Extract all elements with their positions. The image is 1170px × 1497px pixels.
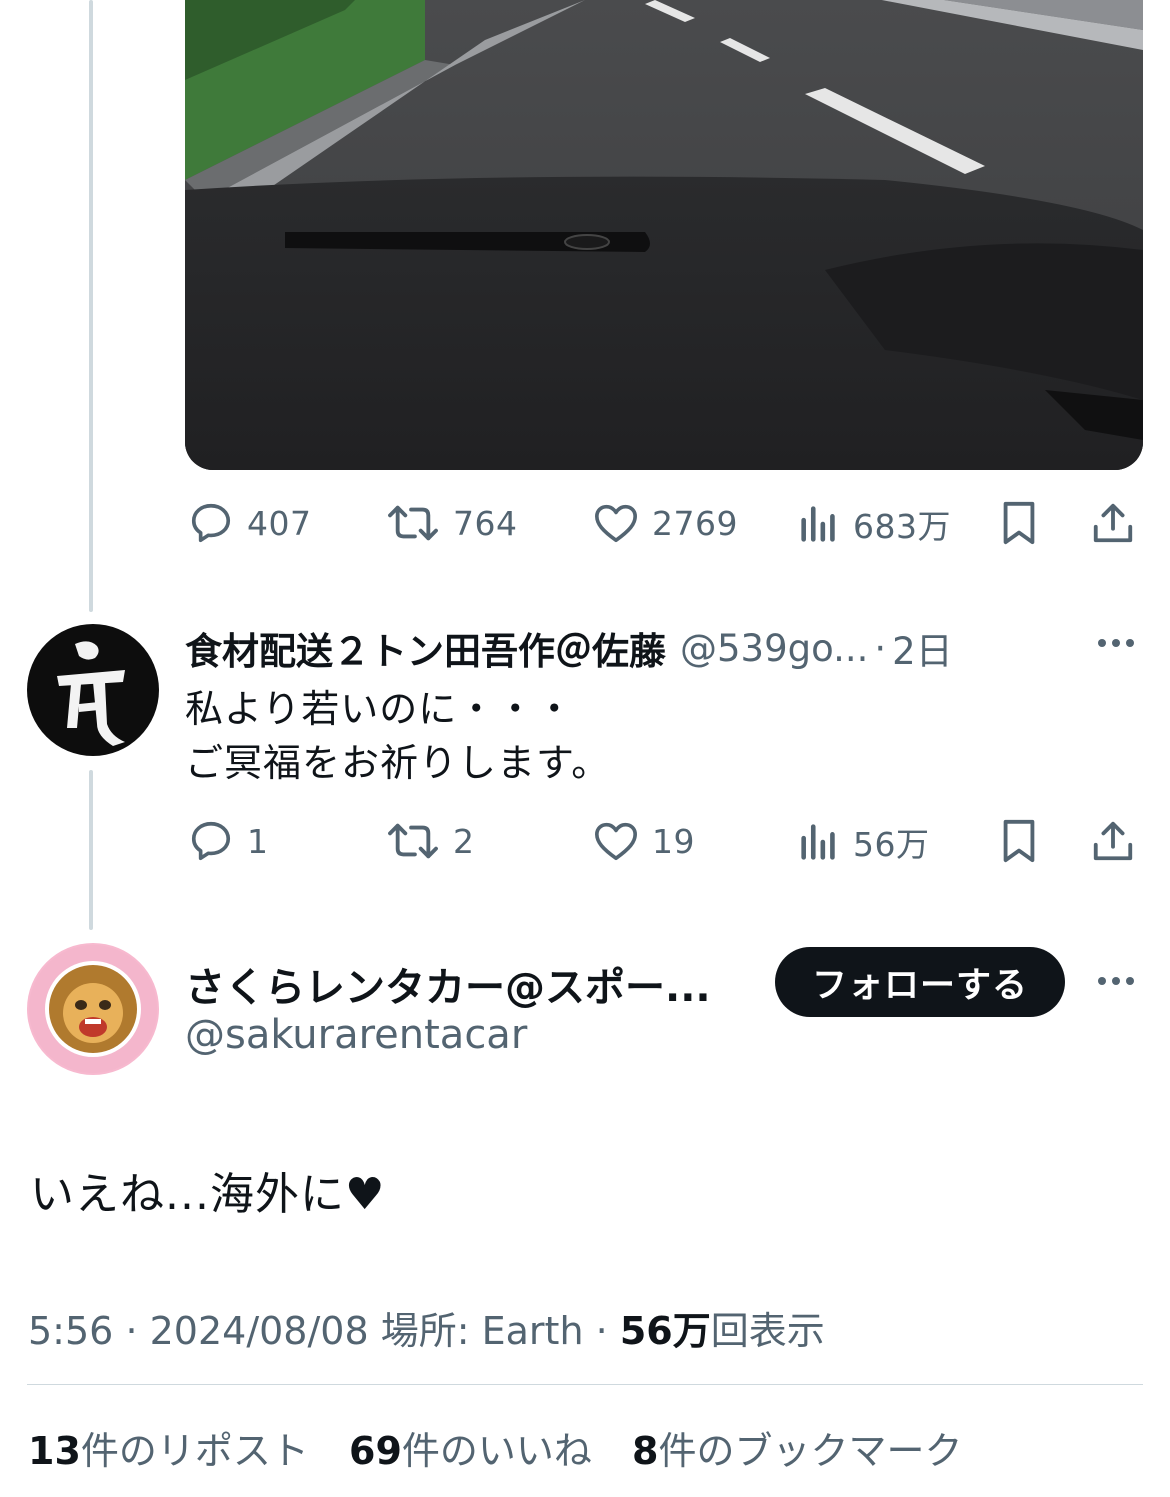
bookmark-icon: [1003, 501, 1035, 545]
reply-action[interactable]: 407: [187, 500, 312, 546]
tweet-views-label: 回表示: [710, 1309, 825, 1353]
like-action[interactable]: 2769: [592, 500, 738, 546]
repost-icon: [388, 823, 438, 859]
reply-views-action[interactable]: 56万: [797, 818, 930, 866]
views-icon: [801, 824, 835, 860]
likes-stat-count: 69: [349, 1429, 402, 1473]
follow-button[interactable]: フォローする: [775, 947, 1065, 1017]
meta-separator-2: ·: [595, 1309, 608, 1353]
reply-line-1: 私より若いのに・・・: [185, 687, 575, 731]
tweet-views-count: 56万: [619, 1309, 711, 1353]
like-icon: [595, 822, 637, 861]
bookmarks-stat-label: 件のブックマーク: [658, 1429, 963, 1473]
repost-action[interactable]: 764: [385, 500, 518, 546]
reply-count: 407: [247, 503, 312, 543]
reply-views-count: 56万: [853, 825, 930, 864]
bookmark-action[interactable]: [997, 500, 1041, 546]
reply-more-button[interactable]: [1094, 628, 1138, 662]
main-avatar[interactable]: [27, 943, 159, 1075]
media-photo: [185, 0, 1143, 470]
engagement-stats: 13件のリポスト 69件のいいね 8件のブックマーク: [28, 1420, 990, 1475]
reply-separator: ·: [874, 626, 887, 670]
reposts-stat-count: 13: [28, 1429, 81, 1473]
reply-reply-count: 1: [247, 821, 269, 861]
reply-bookmark-action[interactable]: [997, 818, 1041, 864]
thread-line-bottom: [89, 770, 93, 930]
tweet-meta: 5:56 · 2024/08/08 場所: Earth · 56万回表示: [28, 1300, 825, 1355]
like-icon: [595, 504, 637, 543]
more-icon: [1098, 639, 1134, 647]
main-more-button[interactable]: [1094, 966, 1138, 1000]
share-icon: [1093, 821, 1133, 861]
reposts-stat-label: 件のリポスト: [80, 1429, 309, 1473]
main-display-name[interactable]: さくらレンタカー@スポー...: [185, 955, 745, 1013]
reply-reply-action[interactable]: 1: [187, 818, 269, 864]
stats-divider: [27, 1384, 1143, 1385]
share-action[interactable]: [1089, 500, 1137, 546]
bookmark-icon: [1003, 819, 1035, 863]
sanskrit-symbol-image: [57, 641, 125, 746]
more-icon: [1098, 977, 1134, 985]
views-count: 683万: [853, 507, 951, 546]
reply-header: 食材配送２トン田吾作＠佐藤 @539go... · 2日: [185, 620, 1065, 676]
meta-separator: ·: [125, 1309, 138, 1353]
views-icon: [801, 506, 835, 542]
reply-like-count: 19: [652, 821, 695, 861]
tweet-media-image[interactable]: [185, 0, 1143, 470]
reply-body: 私より若いのに・・・ ご冥福をお祈りします。: [185, 682, 610, 790]
main-tweet-text: いえね...海外に♥: [30, 1169, 386, 1220]
reply-display-name[interactable]: 食材配送２トン田吾作＠佐藤: [185, 621, 666, 675]
reply-handle[interactable]: @539go...: [680, 627, 868, 670]
reply-line-2: ご冥福をお祈りします。: [185, 741, 611, 785]
repost-icon: [388, 505, 438, 541]
reply-share-action[interactable]: [1089, 818, 1137, 864]
reply-like-action[interactable]: 19: [592, 818, 695, 864]
likes-stat[interactable]: 69件のいいね: [349, 1429, 592, 1473]
reply-repost-action[interactable]: 2: [385, 818, 475, 864]
likes-stat-label: 件のいいね: [401, 1429, 592, 1473]
reply-icon: [191, 503, 231, 543]
reply-avatar[interactable]: [27, 624, 159, 756]
bookmarks-stat-count: 8: [632, 1429, 659, 1473]
reply-icon: [191, 821, 231, 861]
reply-repost-count: 2: [453, 821, 475, 861]
share-icon: [1093, 503, 1133, 543]
main-handle[interactable]: @sakurarentacar: [185, 1012, 527, 1058]
repost-count: 764: [453, 503, 518, 543]
tweet-time[interactable]: 5:56: [28, 1309, 113, 1353]
reply-timestamp[interactable]: 2日: [892, 621, 953, 675]
bookmarks-stat[interactable]: 8件のブックマーク: [632, 1429, 962, 1473]
views-action[interactable]: 683万: [797, 500, 951, 548]
lion-mascot-image: [29, 945, 157, 1073]
tweet-location: 場所: Earth: [380, 1309, 584, 1353]
thread-line-top: [89, 0, 93, 612]
tweet-date[interactable]: 2024/08/08: [150, 1309, 369, 1353]
like-count: 2769: [652, 503, 738, 543]
reposts-stat[interactable]: 13件のリポスト: [28, 1429, 309, 1473]
